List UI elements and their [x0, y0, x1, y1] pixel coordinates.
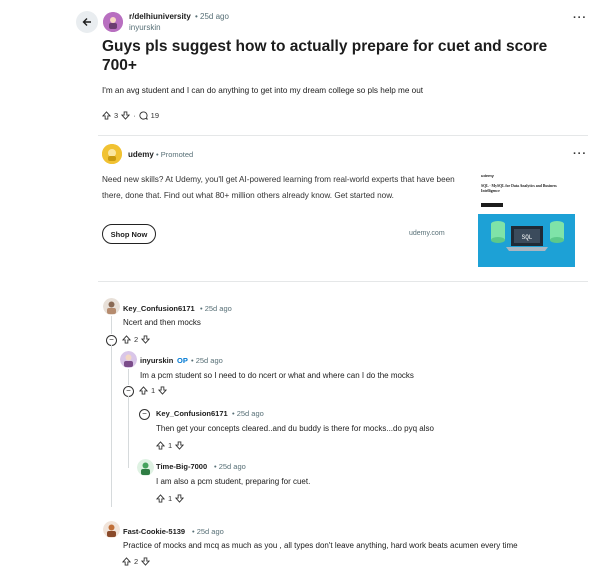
thread-line[interactable] [111, 345, 112, 507]
divider [98, 135, 588, 136]
back-button[interactable] [76, 11, 98, 33]
actions-separator: · [133, 111, 136, 120]
udemy-logo-icon [102, 144, 122, 164]
collapse-icon: − [142, 409, 147, 418]
comment-actions: 2 [122, 557, 151, 566]
post-author[interactable]: inyurskin [129, 23, 161, 32]
collapse-button[interactable]: − [139, 409, 150, 420]
comment-vote-count: 1 [151, 386, 156, 395]
shop-now-button[interactable]: Shop Now [102, 224, 156, 244]
downvote-icon[interactable] [121, 111, 131, 120]
collapse-icon: − [126, 386, 131, 395]
avatar[interactable] [103, 298, 120, 315]
ad-image[interactable]: udemy SQL - MySQL for Data Analytics and… [478, 170, 575, 267]
user-avatar-icon [120, 351, 137, 368]
collapse-icon: − [109, 335, 114, 344]
user-avatar-icon [103, 521, 120, 538]
comment-author[interactable]: Time-Big-7000 [156, 462, 207, 471]
udemy-avatar[interactable] [102, 144, 122, 164]
more-dots-icon: ··· [573, 148, 587, 160]
downvote-icon[interactable] [141, 335, 151, 344]
ad-image-logo: udemy [481, 173, 494, 178]
upvote-icon[interactable] [156, 494, 165, 503]
user-avatar-icon [137, 459, 154, 476]
ad-image-title: SQL - MySQL for Data Analytics and Busin… [481, 184, 557, 193]
post-time: • 25d ago [195, 12, 229, 21]
comment-time: • 25d ago [214, 462, 246, 471]
comment-text: Practice of mocks and mcq as much as you… [123, 541, 518, 550]
comment-actions: 2 [122, 335, 151, 344]
upvote-icon[interactable] [139, 386, 148, 395]
user-avatar-icon [103, 298, 120, 315]
downvote-icon[interactable] [158, 386, 168, 395]
ad-domain[interactable]: udemy.com [409, 230, 445, 237]
ad-image-banner: SQL [478, 214, 575, 267]
post-more-button[interactable]: ··· [573, 12, 587, 24]
comment-time: • 25d ago [192, 527, 224, 536]
comment-actions: 1 [139, 386, 168, 395]
subreddit-name[interactable]: r/delhiuniversity [129, 12, 191, 21]
comment-time: • 25d ago [232, 409, 264, 418]
comment-text: Im a pcm student so I need to do ncert o… [140, 371, 414, 380]
thread-line[interactable] [128, 396, 129, 468]
comment-author[interactable]: Fast-Cookie-5139 [123, 527, 185, 536]
comment-text: I am also a pcm student, preparing for c… [156, 477, 311, 486]
upvote-icon[interactable] [122, 335, 131, 344]
divider [98, 281, 588, 282]
thread-line[interactable] [128, 369, 129, 385]
ad-text: Need new skills? At Udemy, you'll get AI… [102, 175, 455, 200]
upvote-icon[interactable] [122, 557, 131, 566]
downvote-icon[interactable] [175, 441, 185, 450]
avatar[interactable] [103, 521, 120, 538]
comment-time: • 25d ago [200, 304, 232, 313]
upvote-icon[interactable] [102, 111, 111, 120]
subreddit-avatar[interactable] [103, 12, 123, 32]
upvote-icon[interactable] [156, 441, 165, 450]
arrow-left-icon [82, 18, 91, 26]
post-body: I'm an avg student and I can do anything… [102, 86, 424, 95]
avatar[interactable] [120, 351, 137, 368]
comment-vote-count: 2 [134, 557, 139, 566]
more-dots-icon: ··· [573, 12, 587, 24]
post-title: Guys pls suggest how to actually prepare… [102, 38, 548, 74]
comment-actions: 1 [156, 441, 185, 450]
comment-icon[interactable] [139, 111, 148, 120]
comment-text: Then get your concepts cleared..and du b… [156, 424, 434, 433]
comment-vote-count: 2 [134, 335, 139, 344]
ad-promoted: • Promoted [156, 150, 194, 159]
database-laptop-icon: SQL [491, 221, 564, 251]
ad-advertiser[interactable]: udemy [128, 150, 154, 159]
comment-author[interactable]: inyurskin [140, 356, 173, 365]
comment-author[interactable]: Key_Confusion6171 [123, 304, 195, 313]
comment-text: Ncert and then mocks [123, 318, 201, 327]
post-actions: 3 · 19 [102, 111, 159, 120]
comment-vote-count: 1 [168, 441, 173, 450]
downvote-icon[interactable] [141, 557, 151, 566]
post-comment-count: 19 [150, 111, 160, 120]
comment-vote-count: 1 [168, 494, 173, 503]
ad-image-cta [481, 203, 503, 207]
comment-actions: 1 [156, 494, 185, 503]
downvote-icon[interactable] [175, 494, 185, 503]
op-badge: OP [177, 356, 188, 365]
comment-time: • 25d ago [191, 356, 223, 365]
avatar[interactable] [137, 459, 154, 476]
thread-line[interactable] [111, 316, 112, 334]
comment-author[interactable]: Key_Confusion6171 [156, 409, 228, 418]
svg-text:SQL: SQL [522, 234, 533, 241]
post-vote-count: 3 [114, 111, 119, 120]
subreddit-avatar-icon [103, 12, 123, 32]
ad-more-button[interactable]: ··· [573, 148, 587, 160]
